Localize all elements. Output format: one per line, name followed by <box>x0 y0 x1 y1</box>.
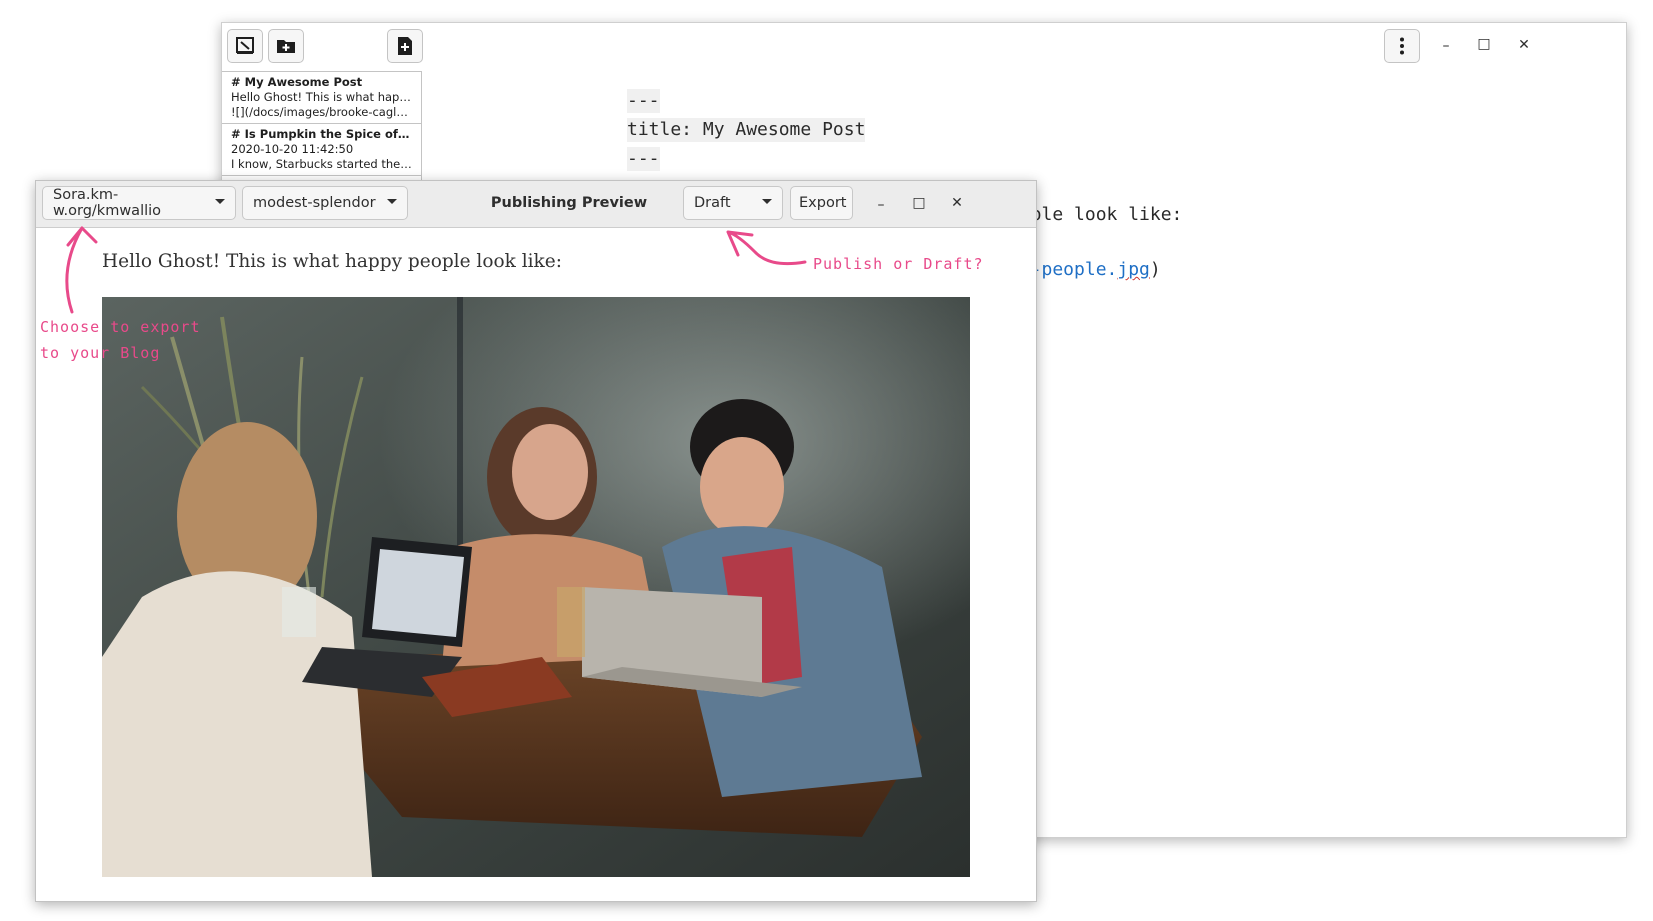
annotation-arrows <box>65 226 807 314</box>
arrow-to-blog-selector <box>65 226 98 314</box>
publish-or-draft-note: Publish or Draft? <box>813 255 984 273</box>
export-hint-line1: Choose to export <box>40 318 201 336</box>
export-hint-line2: to your Blog <box>40 344 161 362</box>
arrow-to-status-selector <box>726 230 807 266</box>
